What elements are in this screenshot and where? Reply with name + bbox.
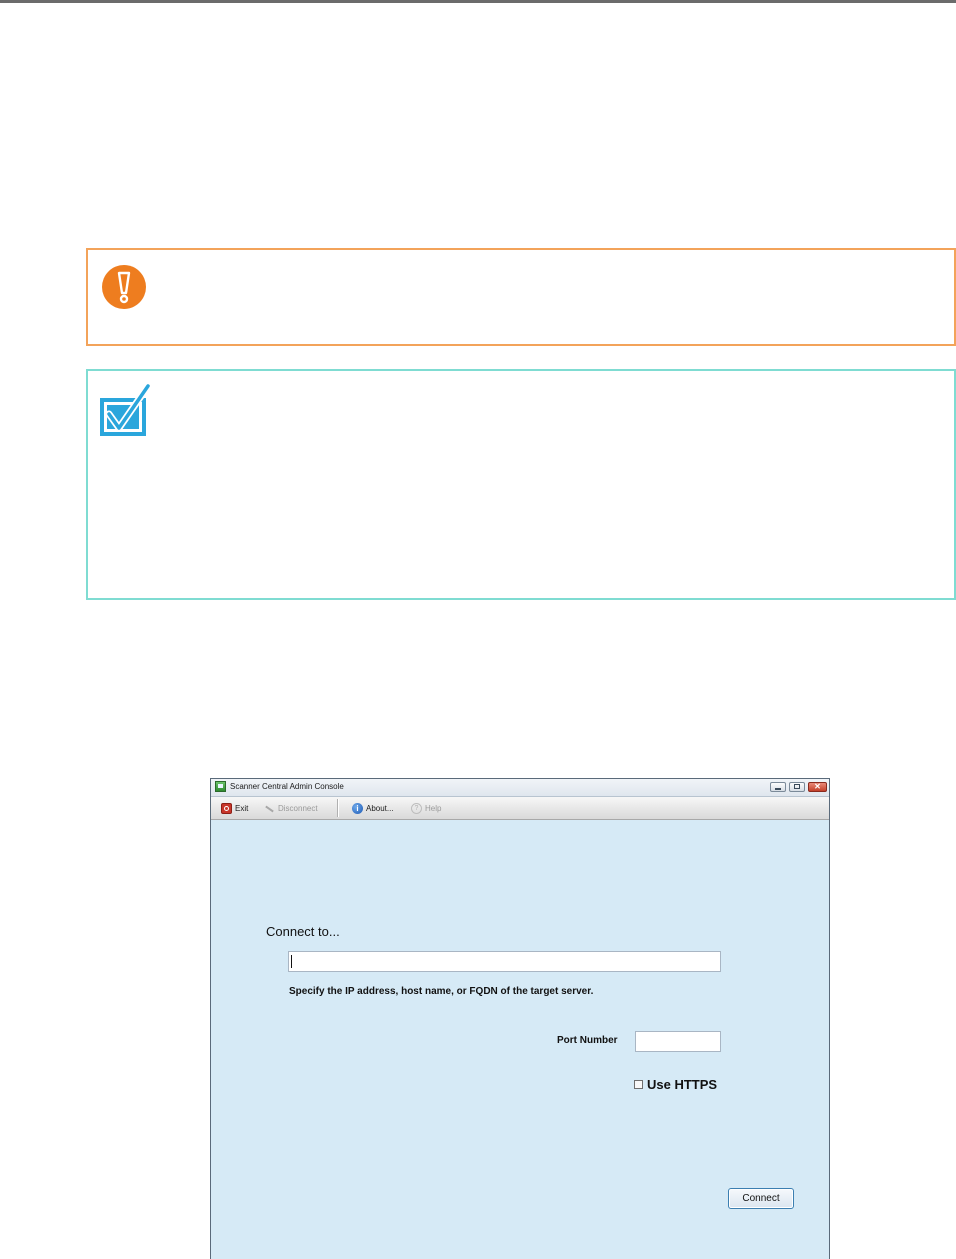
toolbar-separator: [337, 799, 338, 817]
title-bar: Scanner Central Admin Console ✕: [211, 779, 829, 797]
disconnect-button[interactable]: Disconnect: [264, 801, 318, 815]
port-number-input[interactable]: [635, 1031, 721, 1052]
exit-label: Exit: [235, 803, 249, 813]
toolbar: Exit Disconnect i About... ? Help: [211, 797, 829, 820]
hint-callout: [86, 369, 956, 600]
server-address-input[interactable]: [288, 951, 721, 972]
port-number-label: Port Number: [557, 1035, 618, 1046]
exit-button[interactable]: Exit: [221, 801, 248, 815]
close-icon: ✕: [814, 782, 821, 791]
manual-page: Scanner Central Admin Console ✕ Exit Dis…: [0, 0, 956, 1259]
warning-callout: [86, 248, 956, 346]
header-rule: [0, 0, 956, 3]
checkmark-icon: [100, 384, 150, 436]
window-title: Scanner Central Admin Console: [230, 782, 344, 791]
app-icon: [215, 781, 226, 792]
help-button[interactable]: ? Help: [411, 801, 441, 815]
admin-console-window: Scanner Central Admin Console ✕ Exit Dis…: [210, 778, 830, 1259]
close-button[interactable]: ✕: [808, 782, 827, 792]
connect-button[interactable]: Connect: [728, 1188, 794, 1209]
exit-icon: [221, 802, 232, 814]
minimize-button[interactable]: [770, 782, 786, 792]
disconnect-icon: [264, 803, 275, 814]
about-button[interactable]: i About...: [352, 801, 394, 815]
use-https-label: Use HTTPS: [647, 1077, 718, 1092]
disconnect-label: Disconnect: [278, 803, 318, 813]
use-https-option[interactable]: Use HTTPS: [634, 1077, 717, 1092]
help-icon: ?: [411, 802, 422, 814]
help-label: Help: [425, 803, 442, 813]
info-icon: i: [352, 802, 363, 814]
connect-heading: Connect to...: [266, 924, 340, 939]
text-caret: [291, 955, 292, 968]
exclamation-icon: [102, 265, 146, 309]
about-label: About...: [366, 803, 394, 813]
server-help-text: Specify the IP address, host name, or FQ…: [289, 986, 594, 997]
use-https-checkbox[interactable]: [634, 1080, 643, 1089]
maximize-button[interactable]: [789, 782, 805, 792]
